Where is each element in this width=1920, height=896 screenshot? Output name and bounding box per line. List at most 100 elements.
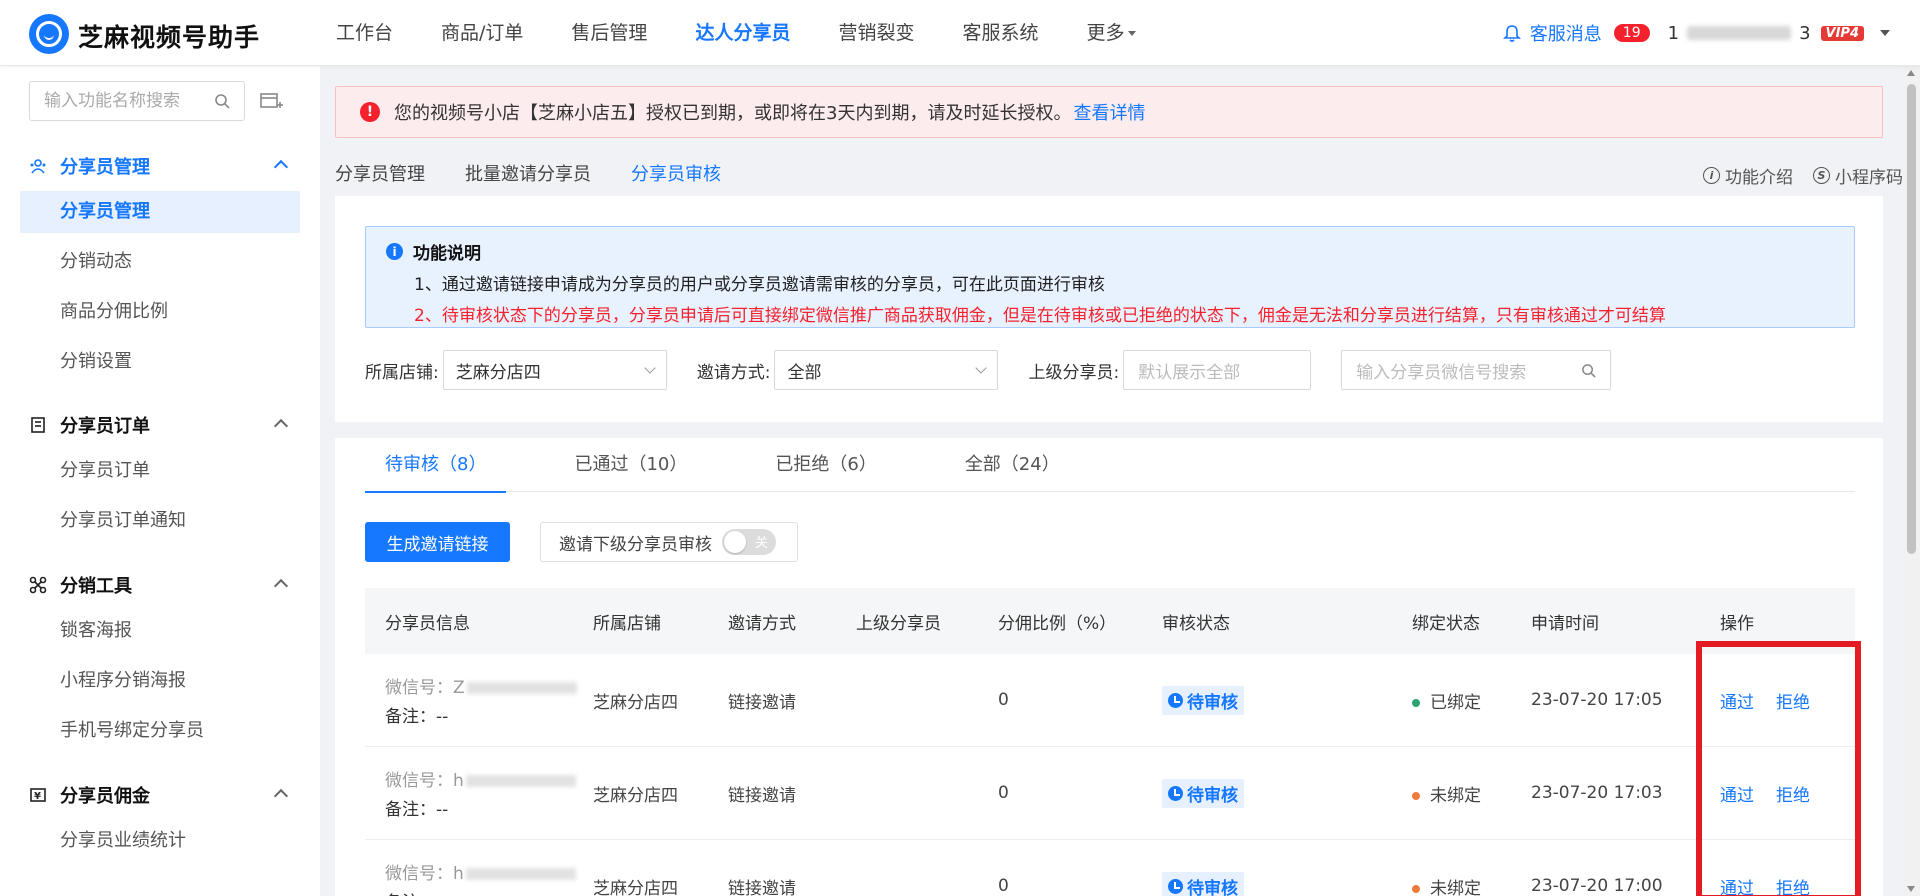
- nav-item-after-sales[interactable]: 售后管理: [547, 0, 671, 66]
- sidebar-item-phone-bind[interactable]: 手机号绑定分享员: [20, 710, 300, 752]
- tab-pending[interactable]: 待审核（8）: [365, 438, 507, 493]
- chevron-up-icon: [273, 418, 289, 434]
- wechat-id-text: 微信号：h: [385, 864, 464, 884]
- invite-select-value: 全部: [787, 362, 822, 383]
- table-row: 微信号：h 备注：-- 芝麻分店四 链接邀请 0 待审核 未绑定 23-07-2…: [365, 747, 1855, 840]
- customer-message-link[interactable]: 客服消息: [1530, 20, 1602, 46]
- feature-description-title: i 功能说明: [386, 239, 1834, 264]
- app-logo[interactable]: [29, 14, 69, 54]
- sidebar-item-sharer-orders[interactable]: 分享员订单: [20, 450, 300, 492]
- menu-head-label: 分享员佣金: [60, 786, 150, 807]
- store-select[interactable]: 芝麻分店四: [442, 350, 667, 390]
- sidebar-item-distribution-activity[interactable]: 分销动态: [20, 241, 300, 283]
- warning-icon: !: [360, 102, 380, 122]
- col-store: 所属店铺: [593, 613, 661, 634]
- approve-button[interactable]: 通过: [1720, 786, 1754, 806]
- menu-head-sharer-manage[interactable]: 分享员管理: [0, 141, 320, 191]
- ratio-cell: 0: [998, 690, 1009, 710]
- wechat-search-placeholder: 输入分享员微信号搜索: [1356, 362, 1527, 383]
- nav-item-marketing[interactable]: 营销裂变: [814, 0, 938, 66]
- miniprogram-code-link[interactable]: S 小程序码: [1813, 163, 1903, 188]
- col-review-status: 审核状态: [1162, 613, 1230, 634]
- sharer-note: 备注：--: [385, 707, 449, 727]
- reject-button[interactable]: 拒绝: [1776, 879, 1810, 896]
- status-badge: 待审核: [1162, 685, 1244, 715]
- bell-icon[interactable]: [1502, 24, 1521, 42]
- table-row: 微信号：Z 备注：-- 芝麻分店四 链接邀请 0 待审核 已绑定 23-07-2…: [365, 654, 1855, 747]
- info-title-text: 功能说明: [413, 244, 481, 264]
- nav-item-goods-orders[interactable]: 商品/订单: [417, 0, 547, 66]
- masked-text: [465, 775, 576, 787]
- user-account-prefix: 1: [1667, 22, 1680, 44]
- approve-button[interactable]: 通过: [1720, 693, 1754, 713]
- menu-head-tools[interactable]: 分销工具: [0, 560, 320, 610]
- nav-item-workbench[interactable]: 工作台: [312, 0, 417, 66]
- reject-button[interactable]: 拒绝: [1776, 693, 1810, 713]
- top-bar: 芝麻视频号助手 工作台 商品/订单 售后管理 达人分享员 营销裂变 客服系统 更…: [0, 0, 1920, 66]
- sidebar-item-order-notify[interactable]: 分享员订单通知: [20, 500, 300, 542]
- review-table: 分享员信息 所属店铺 邀请方式 上级分享员 分佣比例（%） 审核状态 绑定状态 …: [365, 588, 1855, 896]
- clock-icon: [1168, 692, 1183, 708]
- nav-item-sharers[interactable]: 达人分享员: [671, 0, 814, 66]
- search-icon[interactable]: [214, 93, 230, 109]
- menu-group-commission: ¥ 分享员佣金 分享员业绩统计: [0, 770, 320, 870]
- sidebar-item-performance-stats[interactable]: 分享员业绩统计: [20, 820, 300, 862]
- generate-invite-link-button[interactable]: 生成邀请链接: [365, 522, 510, 562]
- menu-head-sharer-orders[interactable]: 分享员订单: [0, 400, 320, 450]
- sidebar-item-distribution-settings[interactable]: 分销设置: [20, 341, 300, 383]
- invite-filter-label: 邀请方式:: [696, 362, 771, 383]
- approve-button[interactable]: 通过: [1720, 879, 1754, 896]
- tab-all[interactable]: 全部（24）: [945, 438, 1080, 492]
- sidebar-search[interactable]: [29, 81, 245, 121]
- col-invite-method: 邀请方式: [728, 613, 796, 634]
- nav-more-label: 更多: [1086, 22, 1125, 44]
- chevron-down-icon: [975, 362, 988, 374]
- tab-approved[interactable]: 已通过（10）: [554, 438, 707, 492]
- user-account-masked: [1687, 26, 1792, 40]
- store-cell: 芝麻分店四: [593, 692, 678, 713]
- menu-head-commission[interactable]: ¥ 分享员佣金: [0, 770, 320, 820]
- scrollbar-thumb[interactable]: [1907, 84, 1916, 554]
- sidebar-item-commission-ratio[interactable]: 商品分佣比例: [20, 291, 300, 333]
- invite-review-toggle[interactable]: 关: [722, 529, 776, 555]
- page-scrollbar[interactable]: [1903, 66, 1920, 896]
- status-badge-text: 待审核: [1187, 692, 1238, 713]
- chevron-down-icon: [1127, 31, 1136, 36]
- toggle-state-label: 关: [754, 536, 768, 551]
- feature-description: i 功能说明 1、通过邀请链接申请成为分享员的用户或分享员邀请需审核的分享员，可…: [365, 226, 1855, 328]
- wechat-id: 微信号：h: [385, 859, 593, 884]
- info-line-1: 1、通过邀请链接申请成为分享员的用户或分享员邀请需审核的分享员，可在此页面进行审…: [414, 275, 1105, 295]
- sidebar-search-input[interactable]: [44, 91, 204, 111]
- expiry-alert: ! 您的视频号小店【芝麻小店五】授权已到期，或即将在3天内到期，请及时延长授权。…: [335, 86, 1883, 138]
- col-sharer-info: 分享员信息: [385, 613, 470, 634]
- col-actions: 操作: [1720, 613, 1754, 634]
- reject-button[interactable]: 拒绝: [1776, 786, 1810, 806]
- sidebar-item-sharer-manage[interactable]: 分享员管理: [20, 191, 300, 233]
- alert-detail-link[interactable]: 查看详情: [1073, 99, 1145, 125]
- nav-item-customer-service[interactable]: 客服系统: [938, 0, 1062, 66]
- status-dot-icon: [1412, 884, 1420, 893]
- search-icon[interactable]: [1581, 363, 1596, 378]
- clock-icon: [1168, 878, 1183, 894]
- sidebar: 分享员管理 分享员管理 分销动态 商品分佣比例 分销设置 分享员订单 分享员订单…: [0, 66, 320, 896]
- menu-head-label: 分销工具: [60, 576, 132, 597]
- feature-intro-link[interactable]: i 功能介绍: [1703, 163, 1793, 188]
- col-commission-ratio: 分佣比例（%）: [998, 613, 1117, 634]
- parent-sharer-input[interactable]: 默认展示全部: [1123, 350, 1312, 390]
- bind-status-text: 未绑定: [1430, 785, 1481, 806]
- invite-select[interactable]: 全部: [774, 350, 999, 390]
- sharer-info-cell: 微信号：h 备注：--: [365, 766, 593, 820]
- account-dropdown-icon[interactable]: [1880, 30, 1890, 36]
- main-content: ! 您的视频号小店【芝麻小店五】授权已到期，或即将在3天内到期，请及时延长授权。…: [335, 66, 1903, 896]
- nav-item-more[interactable]: 更多: [1062, 0, 1159, 66]
- scroll-down-icon[interactable]: [1907, 886, 1915, 892]
- sidebar-item-lock-poster[interactable]: 锁客海报: [20, 610, 300, 652]
- wechat-search-input[interactable]: 输入分享员微信号搜索: [1341, 350, 1612, 390]
- add-menu-icon[interactable]: [258, 88, 284, 114]
- sidebar-item-miniprogram-poster[interactable]: 小程序分销海报: [20, 660, 300, 702]
- ratio-cell: 0: [998, 876, 1009, 896]
- store-cell: 芝麻分店四: [593, 785, 678, 806]
- tab-rejected[interactable]: 已拒绝（6）: [755, 438, 896, 492]
- scroll-up-icon[interactable]: [1907, 70, 1915, 76]
- feature-intro-label: 功能介绍: [1725, 167, 1793, 188]
